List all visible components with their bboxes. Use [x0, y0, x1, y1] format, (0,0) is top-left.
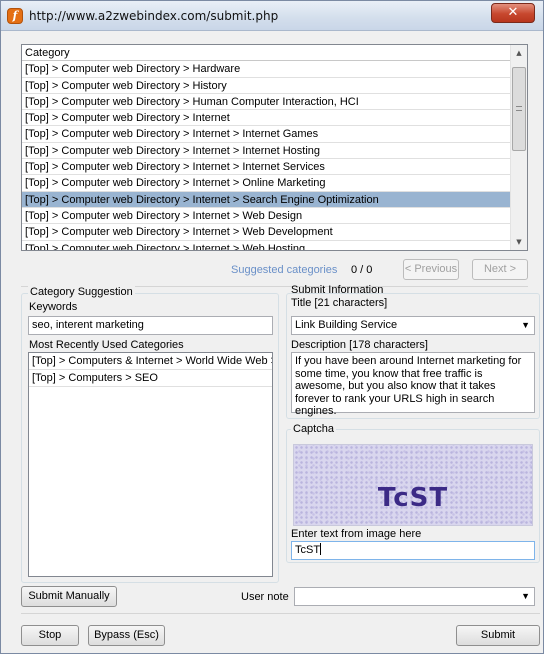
- stop-label: Stop: [38, 629, 62, 641]
- next-button-label: Next >: [483, 263, 517, 275]
- text-caret: [320, 543, 322, 555]
- list-item[interactable]: [Top] > Computer web Directory > Interne…: [22, 191, 512, 208]
- captcha-input-value: TcST: [295, 544, 321, 556]
- captcha-prompt-label: Enter text from image here: [291, 528, 422, 540]
- app-icon: f: [7, 8, 23, 24]
- captcha-image: TcST: [293, 444, 533, 526]
- bottom-separator: [21, 613, 540, 614]
- previous-button[interactable]: < Previous: [403, 259, 459, 280]
- description-textarea[interactable]: If you have been around Internet marketi…: [291, 352, 535, 417]
- previous-button-label: < Previous: [404, 263, 458, 275]
- description-label: Description [178 characters]: [291, 339, 428, 351]
- suggested-count: 0 / 0: [351, 264, 373, 276]
- submit-button[interactable]: Submit: [456, 625, 540, 646]
- category-rows: Category [Top] > Computer web Directory …: [22, 45, 512, 250]
- next-button[interactable]: Next >: [472, 259, 528, 280]
- category-scrollbar[interactable]: ▲ ▼: [510, 45, 527, 250]
- submit-window: f http://www.a2zwebindex.com/submit.php …: [0, 0, 544, 654]
- captcha-image-text: TcST: [377, 483, 449, 513]
- mru-label: Most Recently Used Categories: [29, 339, 184, 351]
- list-item[interactable]: [Top] > Computer web Directory > History: [22, 78, 512, 94]
- dialog-content: Category [Top] > Computer web Directory …: [9, 32, 540, 648]
- suggested-categories-label: Suggested categories: [231, 264, 338, 276]
- title-combobox[interactable]: Link Building Service ▼: [291, 316, 535, 335]
- category-listbox[interactable]: Category [Top] > Computer web Directory …: [21, 44, 528, 251]
- captcha-input[interactable]: TcST: [291, 541, 535, 560]
- submit-manually-button[interactable]: Submit Manually: [21, 586, 117, 607]
- list-item[interactable]: [Top] > Computers & Internet > World Wid…: [29, 353, 272, 370]
- title-label: Title [21 characters]: [291, 297, 388, 309]
- list-item[interactable]: [Top] > Computer web Directory > Interne…: [22, 110, 512, 127]
- user-note-combobox[interactable]: ▼: [294, 587, 535, 606]
- category-header: Category: [22, 45, 512, 62]
- title-bar[interactable]: f http://www.a2zwebindex.com/submit.php …: [1, 1, 543, 31]
- stop-button[interactable]: Stop: [21, 625, 79, 646]
- list-item[interactable]: [Top] > Computer web Directory > Interne…: [22, 208, 512, 225]
- grip-icon: [516, 106, 522, 111]
- captcha-legend: Captcha: [291, 423, 336, 435]
- scroll-down-arrow-icon[interactable]: ▼: [511, 234, 527, 250]
- title-value: Link Building Service: [295, 319, 398, 331]
- list-item[interactable]: [Top] > Computer web Directory > Hardwar…: [22, 61, 512, 78]
- list-item[interactable]: [Top] > Computer web Directory > Human C…: [22, 94, 512, 111]
- bypass-label: Bypass (Esc): [94, 629, 159, 641]
- list-item[interactable]: [Top] > Computer web Directory > Interne…: [22, 143, 512, 160]
- keywords-label: Keywords: [29, 301, 78, 313]
- submit-label: Submit: [480, 629, 516, 641]
- window-title: http://www.a2zwebindex.com/submit.php: [29, 9, 279, 23]
- list-item[interactable]: [Top] > Computer web Directory > Interne…: [22, 126, 512, 143]
- list-item[interactable]: [Top] > Computer web Directory > Interne…: [22, 241, 512, 250]
- submit-manually-label: Submit Manually: [28, 590, 110, 602]
- user-note-label: User note: [241, 591, 289, 603]
- scroll-up-arrow-icon[interactable]: ▲: [511, 45, 527, 61]
- bypass-button[interactable]: Bypass (Esc): [88, 625, 165, 646]
- list-item[interactable]: [Top] > Computer web Directory > Interne…: [22, 159, 512, 176]
- list-item[interactable]: [Top] > Computer web Directory > Interne…: [22, 175, 512, 192]
- scroll-thumb[interactable]: [512, 67, 526, 151]
- chevron-down-icon[interactable]: ▼: [521, 317, 530, 334]
- keywords-input[interactable]: seo, interent marketing: [28, 316, 273, 335]
- close-button[interactable]: ✕: [491, 3, 535, 23]
- chevron-down-icon[interactable]: ▼: [521, 588, 530, 605]
- submit-information-legend: Submit Information: [291, 284, 384, 296]
- category-suggestion-legend: Category Suggestion: [28, 286, 135, 298]
- list-item[interactable]: [Top] > Computer web Directory > Interne…: [22, 224, 512, 241]
- mru-listbox[interactable]: [Top] > Computers & Internet > World Wid…: [28, 352, 273, 577]
- list-item[interactable]: [Top] > Computers > SEO: [29, 370, 272, 387]
